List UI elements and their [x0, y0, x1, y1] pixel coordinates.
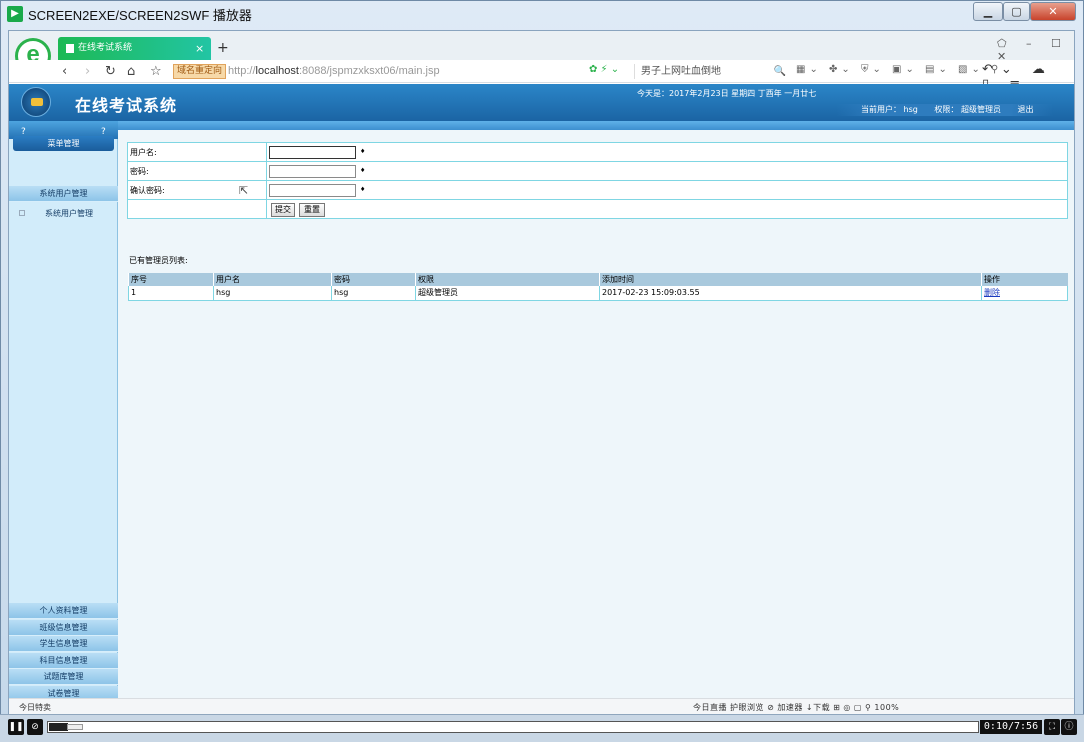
back-icon[interactable]: ‹ — [62, 64, 67, 79]
forward-icon[interactable]: › — [85, 64, 90, 79]
table-cell-username: hsg — [213, 286, 332, 301]
username-label: 用户名: — [130, 148, 157, 157]
sidebar-section-item[interactable]: 学生信息管理 — [9, 636, 118, 653]
app-icon: ▶ — [7, 6, 23, 22]
password-label: 密码: — [130, 167, 149, 176]
column-header: 用户名 — [213, 273, 332, 286]
role-label: 权限： — [934, 105, 959, 114]
column-header: 密码 — [331, 273, 416, 286]
window-title: SCREEN2EXE/SCREEN2SWF 播放器 — [28, 8, 252, 23]
status-tools[interactable]: 今日直播 护眼浏览 ⊘ 加速器 ↓下载 ⊞ ◎ ▢ ⚲ 100% — [693, 702, 899, 713]
tab-exam-system[interactable]: 在线考试系统 × — [58, 37, 211, 60]
url-icons[interactable]: ✿ ⚡ ⌄ — [589, 64, 619, 75]
column-header: 序号 — [128, 273, 214, 286]
confirm-password-row: 确认密码: ♦ — [127, 181, 1068, 200]
sidebar-section-item[interactable]: 试题库管理 — [9, 669, 118, 686]
daily-deals-link[interactable]: 今日特卖 — [19, 702, 51, 713]
sidebar-section-item[interactable]: 个人资料管理 — [9, 603, 118, 619]
expand-icon — [19, 210, 25, 216]
redirect-badge[interactable]: 域名重定向 — [173, 64, 227, 79]
url-path: :8088/jspmzxksxt06/main.jsp — [298, 65, 440, 77]
table-cell-id: 1 — [128, 286, 214, 301]
reset-button[interactable]: 重置 — [299, 203, 325, 217]
tab-label: 在线考试系统 — [78, 43, 133, 53]
table-cell-added: 2017-02-23 15:09:03.55 — [599, 286, 982, 301]
username-row: 用户名: ♦ — [127, 142, 1068, 162]
current-user: hsg — [903, 105, 918, 114]
browser-window: 在线考试系统 × + ⬠ – ☐ ✕ e ‹ › ↻ ⌂ ☆ 域名重定向 htt… — [8, 30, 1075, 714]
column-header: 权限 — [415, 273, 600, 286]
search-box[interactable]: 男子上网吐血倒地 🔍 — [634, 64, 786, 79]
toolbar-icons[interactable]: ▦⌄ ✤⌄ ⛨⌄ ▣⌄ ▤⌄ ▧⌄ ⚲ — [796, 64, 1002, 75]
delete-link[interactable]: 删除 — [984, 288, 1000, 297]
new-tab-button[interactable]: + — [217, 40, 229, 56]
site-title: 在线考试系统 — [75, 96, 178, 115]
favorite-icon[interactable]: ☆ — [150, 64, 162, 79]
table-header: 序号 用户名 密码 权限 添加时间 操作 — [128, 273, 1068, 286]
current-user-label: 当前用户： — [861, 105, 901, 114]
sidebar-subitem-label: 系统用户管理 — [45, 209, 93, 218]
mouse-cursor-icon: ⇱ — [239, 184, 249, 197]
required-mark: ♦ — [360, 167, 366, 174]
sidebar-section-item[interactable]: 试卷管理 — [9, 686, 118, 698]
time-display: 0:10/7:56 — [980, 720, 1042, 734]
user-info-bar: 当前用户： hsg 权限： 超级管理员 退出 — [837, 104, 1053, 116]
menu-title-label: 菜单管理 — [47, 139, 80, 148]
maximize-button[interactable]: ▢ — [1003, 2, 1030, 21]
stop-icon[interactable]: ⊘ — [27, 719, 43, 735]
navigation-bar: ‹ › ↻ ⌂ ☆ 域名重定向 http://localhost:8088/js… — [9, 60, 1074, 92]
sidebar-section-item[interactable]: 科目信息管理 — [9, 652, 118, 669]
password-input[interactable] — [269, 165, 356, 178]
table-cell-password: hsg — [331, 286, 416, 301]
admin-list-title: 已有管理员列表: — [129, 256, 188, 265]
header-strip — [9, 121, 1074, 130]
submit-button[interactable]: 提交 — [271, 203, 295, 217]
home-icon[interactable]: ⌂ — [127, 64, 135, 79]
site-logo-icon — [21, 87, 51, 117]
sidebar: ? ? 菜单管理 系统用户管理 系统用户管理 个人资料管理 班级信息管理 学生信息管… — [9, 121, 118, 698]
reload-icon[interactable]: ↻ — [105, 64, 116, 79]
url-host: localhost — [255, 65, 299, 77]
column-header: 添加时间 — [599, 273, 982, 286]
sidebar-subitem-system-user[interactable]: 系统用户管理 — [19, 208, 93, 219]
status-bar: 今日特卖 今日直播 护眼浏览 ⊘ 加速器 ↓下载 ⊞ ◎ ▢ ⚲ 100% — [9, 698, 1074, 714]
progress-thumb[interactable] — [67, 724, 83, 730]
player-controls: ❚❚ ⊘ 0:10/7:56 ⛶ ⓘ — [0, 714, 1084, 742]
fullscreen-icon[interactable]: ⛶ — [1044, 719, 1060, 735]
table-row: 1 hsg hsg 超级管理员 2017-02-23 15:09:03.55 删除 — [128, 286, 1068, 301]
table-cell-action: 删除 — [981, 286, 1068, 301]
url-prefix: http:// — [228, 65, 256, 77]
close-button[interactable]: ✕ — [1030, 2, 1076, 21]
admin-table: 序号 用户名 密码 权限 添加时间 操作 1 hsg hsg 超级管理员 2017-02-23 1… — [128, 273, 1068, 301]
close-icon[interactable]: × — [195, 37, 204, 60]
info-icon[interactable]: ⓘ — [1061, 719, 1077, 735]
username-input[interactable] — [269, 146, 356, 159]
logout-link[interactable]: 退出 — [1018, 105, 1034, 114]
site-header: 在线考试系统 今天是：2017年2月23日 星期四 丁酉年 一月廿七 当前用户：… — [9, 84, 1074, 121]
role: 超级管理员 — [960, 105, 1001, 114]
password-row: 密码: ♦ — [127, 162, 1068, 181]
menu-title[interactable]: 菜单管理 — [13, 136, 114, 151]
required-mark: ♦ — [360, 148, 366, 155]
tab-bar: 在线考试系统 × + ⬠ – ☐ ✕ — [9, 31, 1074, 63]
search-text: 男子上网吐血倒地 — [641, 66, 721, 77]
confirm-password-input[interactable] — [269, 184, 356, 197]
column-header: 操作 — [981, 273, 1068, 286]
minimize-button[interactable]: ▁ — [973, 2, 1003, 21]
table-cell-role: 超级管理员 — [415, 286, 600, 301]
sidebar-section-item[interactable]: 班级信息管理 — [9, 619, 118, 636]
web-page: 在线考试系统 今天是：2017年2月23日 星期四 丁酉年 一月廿七 当前用户：… — [9, 84, 1074, 698]
required-mark: ♦ — [360, 186, 366, 193]
progress-fill — [49, 723, 68, 731]
confirm-password-label: 确认密码: — [130, 186, 165, 195]
document-icon — [66, 44, 74, 53]
button-row: 提交 重置 — [127, 200, 1068, 219]
date-text: 今天是：2017年2月23日 星期四 丁酉年 一月廿七 — [637, 89, 817, 98]
pause-icon[interactable]: ❚❚ — [8, 719, 24, 735]
address-bar[interactable]: http://localhost:8088/jspmzxksxt06/main.… — [228, 65, 440, 77]
sidebar-item-system-user[interactable]: 系统用户管理 — [9, 186, 118, 202]
progress-bar[interactable] — [47, 721, 979, 733]
search-icon[interactable]: 🔍 — [774, 64, 786, 79]
